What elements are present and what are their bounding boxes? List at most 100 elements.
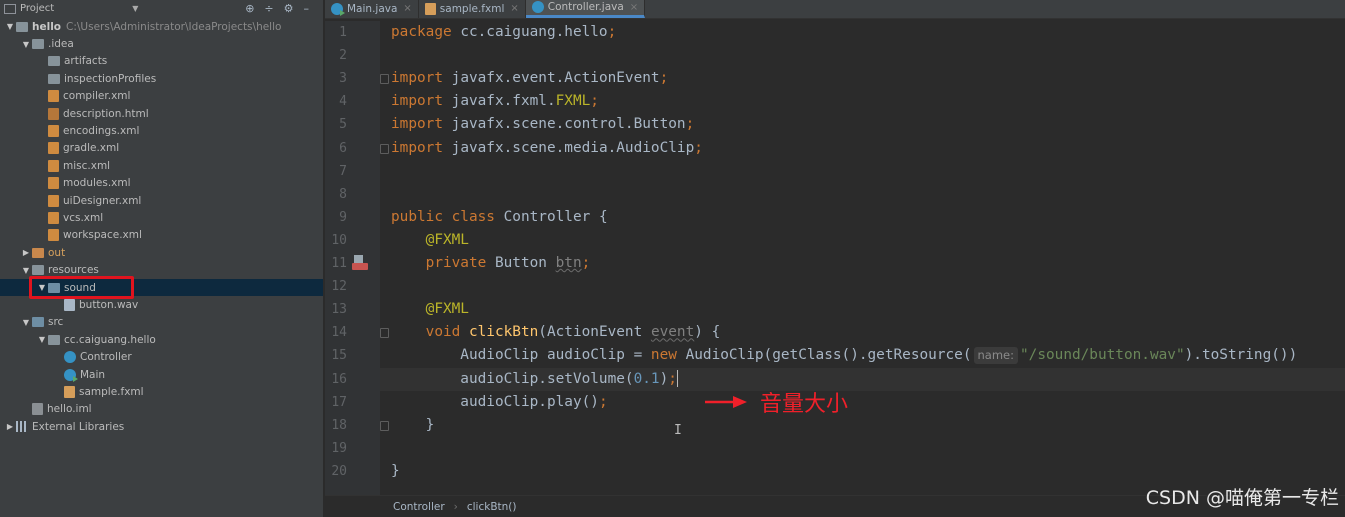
tree-item-label: button.wav [79, 298, 139, 311]
tree-item[interactable]: ▼ hello C:\Users\Administrator\IdeaProject… [0, 18, 323, 35]
line-number: 17 [331, 394, 347, 410]
close-icon[interactable]: × [510, 3, 518, 14]
locate-icon[interactable]: ⊕ [245, 2, 254, 15]
line-number: 2 [339, 48, 347, 64]
tree-item[interactable]: ▶modules.xml [0, 175, 323, 192]
tree-item[interactable]: ▶compiler.xml [0, 88, 323, 105]
code-token: btn [555, 255, 582, 271]
gear-icon[interactable]: ⚙ [284, 2, 294, 15]
fold-marker-icon[interactable] [380, 143, 389, 154]
editor-tab-bar: Main.java × sample.fxml × Controller.java × [325, 0, 1345, 19]
code-token: 0.1 [633, 370, 660, 387]
editor-tab[interactable]: Main.java × [325, 0, 419, 18]
libs-icon [16, 421, 28, 433]
xml-icon [48, 211, 59, 224]
collapse-arrow-icon[interactable]: ▶ [20, 248, 32, 257]
expand-arrow-icon[interactable]: ▼ [4, 22, 16, 31]
xml-icon [48, 142, 59, 155]
line-number: 12 [331, 279, 347, 295]
code-area[interactable]: 1 2 3 4 5 6 7 8 9 10 11 12 13 14 15 16 17 18 19 20 package … [325, 21, 1345, 495]
code-token: @FXML [425, 301, 469, 318]
tree-item[interactable]: ▶encodings.xml [0, 122, 323, 139]
folder-orange-icon [32, 247, 44, 258]
wav-icon [64, 298, 75, 311]
breadcrumb-method[interactable]: clickBtn() [467, 501, 517, 513]
close-icon[interactable]: × [403, 3, 411, 14]
tree-item[interactable]: ▶artifacts [0, 53, 323, 70]
code-token: ).toString()) [1184, 347, 1298, 364]
hide-icon[interactable]: – [304, 2, 310, 15]
close-icon[interactable]: × [630, 2, 638, 13]
project-panel-title: Project [20, 3, 55, 14]
tree-item[interactable]: ▶uiDesigner.xml [0, 192, 323, 209]
tree-item[interactable]: ▶vcs.xml [0, 209, 323, 226]
tree-item-label: .idea [48, 38, 74, 51]
fxml-icon [64, 385, 75, 398]
editor-tab[interactable]: Controller.java × [525, 0, 646, 18]
tree-item[interactable]: ▼ src [0, 314, 323, 331]
tree-item[interactable]: ▶sample.fxml [0, 383, 323, 400]
code-token: import [391, 70, 452, 87]
code-line: @FXML [391, 298, 469, 321]
expand-arrow-icon[interactable]: ▼ [20, 318, 32, 327]
xml-icon [48, 159, 59, 172]
fold-marker-icon[interactable] [380, 420, 389, 431]
tree-item[interactable]: ▼ .idea [0, 35, 323, 52]
code-token: javafx.event.ActionEvent [451, 70, 660, 87]
tree-item[interactable]: ▼ cc.caiguang.hello [0, 331, 323, 348]
code-token: Controller { [503, 208, 608, 225]
fold-marker-icon[interactable] [380, 74, 389, 85]
fxml-binding-icon[interactable] [352, 255, 368, 271]
editor: Main.java × sample.fxml × Controller.java × 1… [325, 0, 1345, 517]
tree-item-label: uiDesigner.xml [63, 194, 142, 207]
tree-item[interactable]: ▶misc.xml [0, 157, 323, 174]
code-line: import javafx.scene.media.AudioClip; [391, 137, 703, 160]
fold-marker-icon[interactable] [380, 328, 389, 339]
tree-item-label: Main [80, 368, 106, 381]
tree-item[interactable]: ▶workspace.xml [0, 227, 323, 244]
code-token: audioClip.setVolume( [391, 370, 634, 387]
code-line: private Button btn; [391, 252, 591, 275]
code-token: AudioClip(getClass().getResource( [685, 347, 972, 364]
tree-item-label: sample.fxml [79, 385, 144, 398]
iml-icon [32, 403, 43, 416]
code-token: Button [494, 255, 556, 271]
tree-item[interactable]: ▶Controller [0, 348, 323, 365]
collapse-arrow-icon[interactable]: ▶ [4, 422, 16, 431]
tree-item-label: compiler.xml [63, 90, 131, 103]
code-token: ; [581, 255, 591, 271]
tree-item[interactable]: ▶description.html [0, 105, 323, 122]
code-token: javafx.fxml. [451, 93, 556, 110]
tree-item[interactable]: ▶ out [0, 244, 323, 261]
line-number: 19 [331, 440, 347, 456]
tree-item[interactable]: ▶Main [0, 366, 323, 383]
code-token: clickBtn [468, 324, 539, 341]
expand-arrow-icon[interactable]: ▼ [20, 40, 32, 49]
editor-tab[interactable]: sample.fxml × [419, 0, 526, 18]
expand-arrow-icon[interactable]: ▼ [36, 335, 48, 344]
cls-run-icon [331, 2, 345, 16]
tree-item[interactable]: ▶hello.iml [0, 401, 323, 418]
tree-item-label: resources [48, 264, 99, 277]
code-line: audioClip.play(); [391, 391, 607, 414]
line-number: 4 [339, 94, 347, 110]
code-token: ; [668, 370, 677, 387]
module-icon [16, 21, 28, 32]
tree-item-label: cc.caiguang.hello [64, 333, 156, 346]
code-token: ; [694, 139, 703, 156]
tree-item[interactable]: ▶inspectionProfiles [0, 70, 323, 87]
code-token: void [425, 324, 469, 341]
line-number: 8 [339, 186, 347, 202]
project-panel-toolbar: ⊕ ÷ ⚙ – [245, 2, 309, 15]
project-view-icon [4, 3, 16, 14]
tree-item[interactable]: ▶ External Libraries [0, 418, 323, 435]
chevron-down-icon[interactable]: ▼ [132, 4, 138, 13]
tree-item-label: External Libraries [32, 420, 125, 433]
code-line: } [391, 414, 435, 437]
breadcrumb-separator-icon: › [453, 500, 458, 513]
expand-arrow-icon[interactable]: ▼ [20, 266, 32, 275]
collapse-icon[interactable]: ÷ [264, 2, 273, 15]
tree-item-label: src [48, 316, 64, 329]
breadcrumb-class[interactable]: Controller [393, 501, 445, 513]
tree-item[interactable]: ▶gradle.xml [0, 140, 323, 157]
